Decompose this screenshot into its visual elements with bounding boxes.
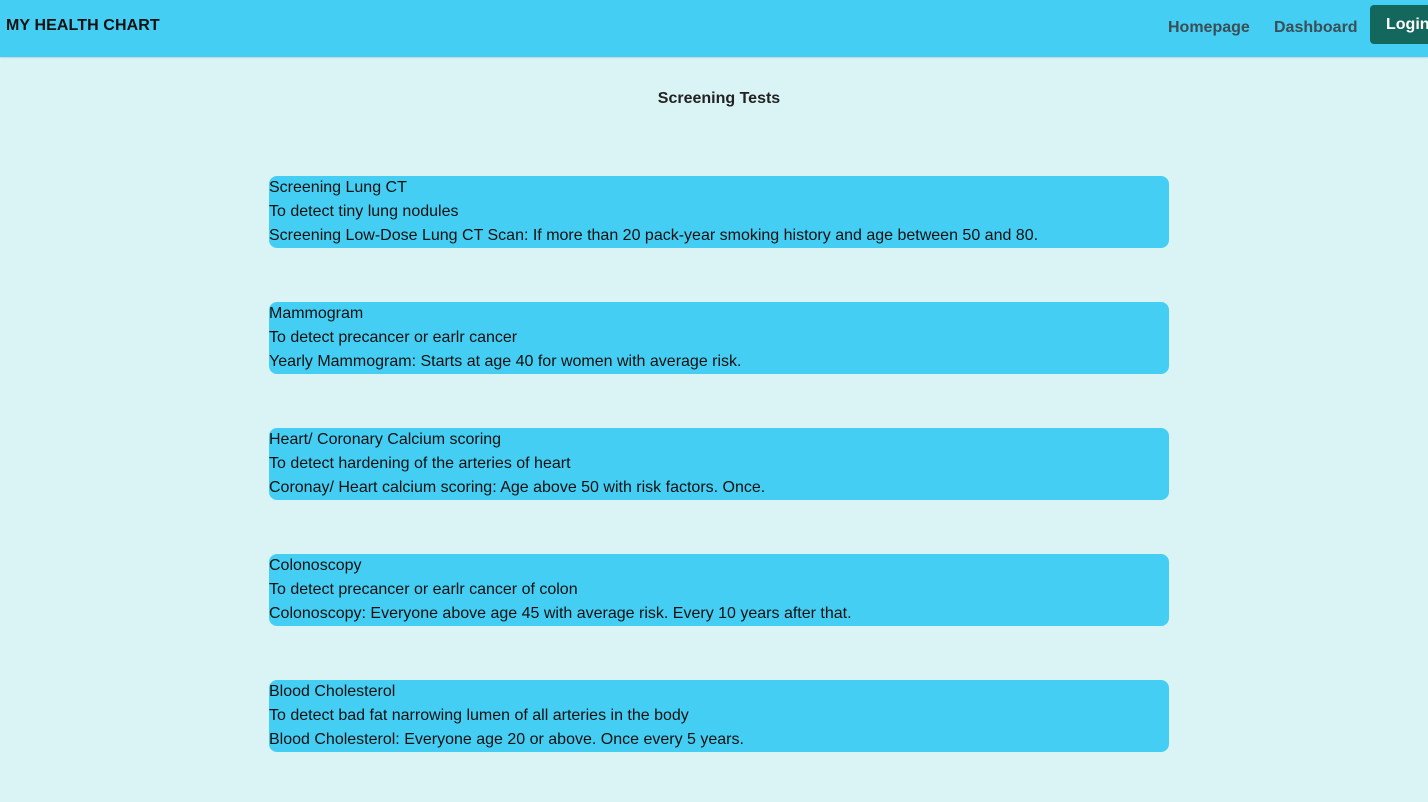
- brand-title[interactable]: MY HEALTH CHART: [6, 17, 160, 35]
- test-purpose: To detect tiny lung nodules: [269, 203, 459, 220]
- screening-test-card: Screening Lung CT To detect tiny lung no…: [269, 176, 1169, 248]
- test-recommendation: Coronay/ Heart calcium scoring: Age abov…: [269, 479, 766, 496]
- screening-test-card: Mammogram To detect precancer or earlr c…: [269, 302, 1169, 374]
- test-name: Heart/ Coronary Calcium scoring: [269, 431, 502, 448]
- test-purpose: To detect bad fat narrowing lumen of all…: [269, 707, 689, 724]
- screening-test-card: Blood Cholesterol To detect bad fat narr…: [269, 680, 1169, 752]
- test-name: Blood Cholesterol: [269, 683, 396, 700]
- test-name: Mammogram: [269, 305, 364, 322]
- nav-homepage-link[interactable]: Homepage: [1168, 19, 1250, 37]
- screening-test-card: Heart/ Coronary Calcium scoring To detec…: [269, 428, 1169, 500]
- test-recommendation: Colonoscopy: Everyone above age 45 with …: [269, 605, 852, 622]
- test-purpose: To detect precancer or earlr cancer: [269, 329, 518, 346]
- top-navbar: MY HEALTH CHART Homepage Dashboard Login: [0, 0, 1428, 57]
- nav-dashboard-link[interactable]: Dashboard: [1274, 19, 1358, 37]
- page-title: Screening Tests: [657, 90, 781, 107]
- test-recommendation: Yearly Mammogram: Starts at age 40 for w…: [269, 353, 742, 370]
- test-name: Colonoscopy: [269, 557, 362, 574]
- test-purpose: To detect hardening of the arteries of h…: [269, 455, 571, 472]
- test-name: Screening Lung CT: [269, 179, 407, 196]
- login-button[interactable]: Login: [1370, 5, 1428, 44]
- test-recommendation: Blood Cholesterol: Everyone age 20 or ab…: [269, 731, 744, 748]
- test-recommendation: Screening Low-Dose Lung CT Scan: If more…: [269, 227, 1039, 244]
- screening-test-card: Colonoscopy To detect precancer or earlr…: [269, 554, 1169, 626]
- test-purpose: To detect precancer or earlr cancer of c…: [269, 581, 578, 598]
